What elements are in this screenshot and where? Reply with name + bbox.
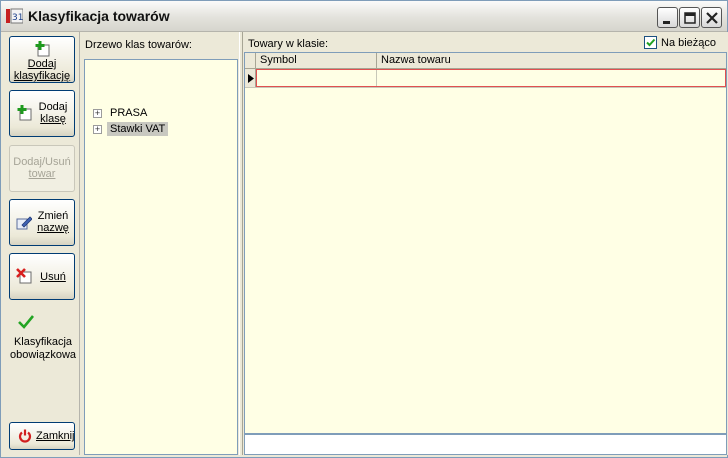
tree-item-label[interactable]: PRASA [107,106,150,120]
goods-grid[interactable]: Symbol Nazwa towaru [244,52,727,434]
tree-heading: Drzewo klas towarów: [85,39,192,51]
add-classification-label-2: klasyfikację [13,70,71,82]
grid-header: Symbol Nazwa towaru [245,53,726,69]
add-class-label-2: klasę [40,113,66,125]
current-checkbox[interactable] [644,36,657,49]
svg-text:31: 31 [12,13,23,23]
rename-label-2: nazwę [37,222,69,234]
class-tree[interactable]: + PRASA + Stawki VAT [84,59,238,455]
rename-label-1: Zmień [37,210,69,222]
rename-icon [16,214,33,233]
add-remove-goods-button[interactable]: Dodaj/Usuń towar [9,145,75,192]
remove-icon [16,268,32,287]
goods-heading: Towary w klasie: [248,38,329,50]
title-bar[interactable]: 31 Klasyfikacja towarów [1,1,727,32]
close-window-button[interactable] [701,7,722,28]
expand-icon[interactable]: + [93,125,102,134]
expand-icon[interactable]: + [93,109,102,118]
column-header-name[interactable]: Nazwa towaru [377,53,726,69]
add-class-label-1: Dodaj [38,101,68,113]
add-classification-label-1: Dodaj [27,58,57,70]
goods-panel: Towary w klasie: Na bieżąco Symbol Nazwa… [244,32,728,455]
mandatory-classification-label: Klasyfikacja obowiązkowa [5,336,81,362]
mandatory-label-2: obowiązkowa [9,349,77,361]
class-tree-panel: Drzewo klas towarów: + PRASA + Stawki VA… [81,32,239,455]
classification-window: 31 Klasyfikacja towarów Dodaj klasyfikac… [0,0,728,458]
minimize-button[interactable] [657,7,678,28]
table-row[interactable] [245,69,726,88]
app-icon: 31 [6,8,24,24]
remove-button[interactable]: Usuń [9,253,75,300]
selected-row-cells[interactable] [256,69,726,87]
action-toolbar: Dodaj klasyfikację Dodaj klasę Dodaj/Usu… [5,32,80,455]
power-icon [18,429,32,446]
summary-field [244,434,727,455]
current-row-icon [248,74,254,83]
add-remove-goods-label-1: Dodaj/Usuń [13,156,71,168]
tree-item-label[interactable]: Stawki VAT [107,122,169,136]
add-classification-button[interactable]: Dodaj klasyfikację [9,36,75,83]
add-remove-goods-label-2: towar [28,168,56,180]
row-indicator [245,69,256,87]
close-button[interactable]: Zamknij [9,422,75,450]
remove-label: Usuń [40,271,66,283]
mandatory-label-1: Klasyfikacja [13,336,73,348]
window-title: Klasyfikacja towarów [28,8,170,24]
minimize-icon [663,21,670,24]
panel-splitter[interactable] [239,32,243,455]
current-checkbox-label[interactable]: Na bieżąco [661,37,716,49]
column-header-symbol[interactable]: Symbol [256,53,377,69]
close-icon [706,12,718,24]
close-button-label: Zamknij [36,430,75,442]
checkmark-icon [17,314,35,333]
add-class-button[interactable]: Dodaj klasę [9,90,75,137]
check-icon [646,38,656,47]
row-header-corner [245,53,256,69]
maximize-button[interactable] [679,7,700,28]
maximize-icon [684,12,696,24]
rename-button[interactable]: Zmień nazwę [9,199,75,246]
add-class-icon [16,105,32,124]
